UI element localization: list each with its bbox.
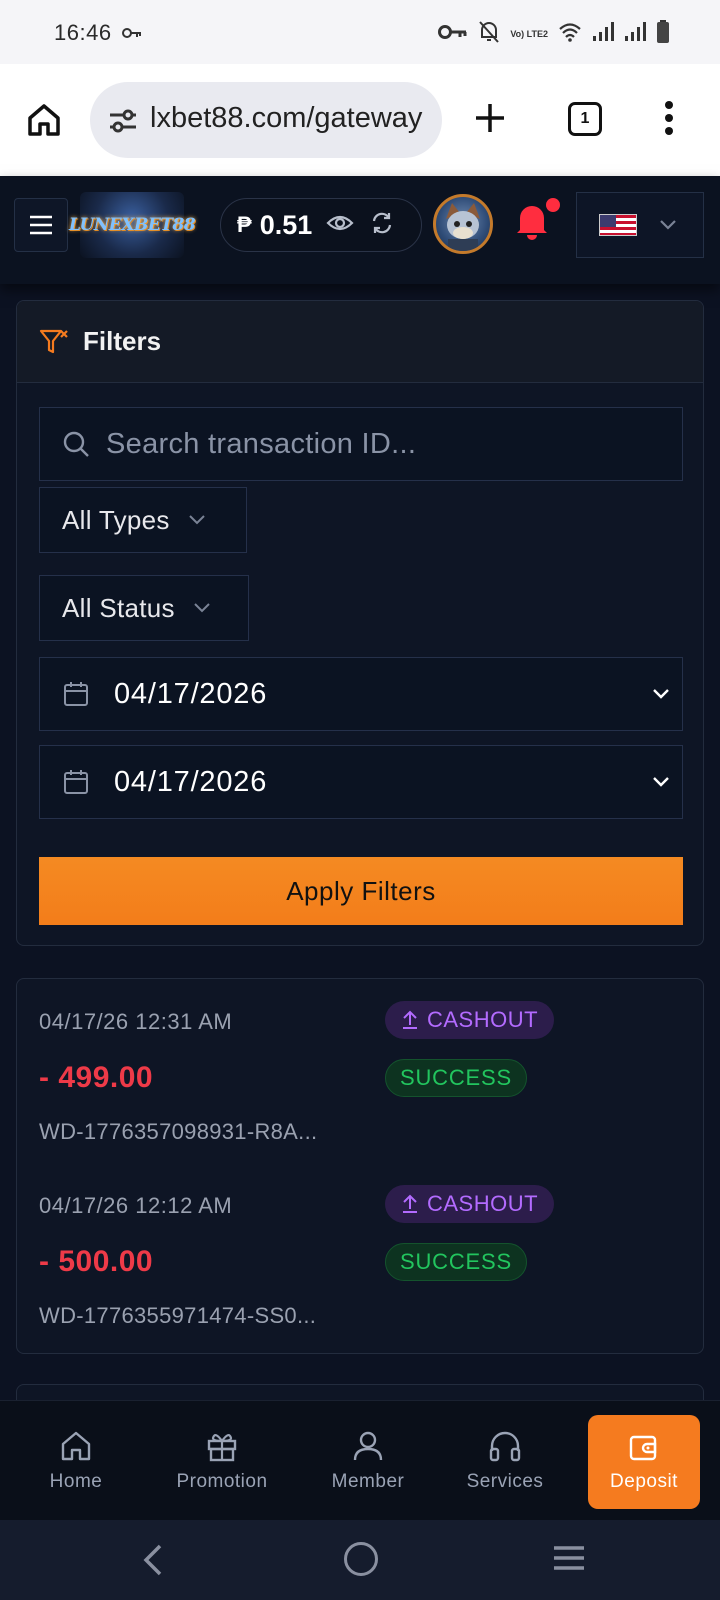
us-flag-icon [599, 214, 637, 236]
balance-value: 0.51 [259, 209, 313, 240]
search-placeholder: Search transaction ID... [106, 427, 417, 460]
nav-member[interactable]: Member [318, 1401, 418, 1521]
transaction-id: WD-1776355971474-SS0... [39, 1303, 317, 1328]
logo-text: LUNEXBET88 [68, 215, 196, 235]
status-time: 16:46 [54, 20, 112, 45]
language-selector[interactable] [576, 192, 704, 258]
notification-bell-icon[interactable] [514, 200, 550, 245]
browser-home-icon[interactable] [24, 100, 64, 140]
signal-icon [592, 22, 614, 47]
chevron-down-icon [653, 777, 669, 787]
type-select-value: All Types [62, 504, 170, 535]
status-bar: 16:46 Vo) LTE2 [0, 0, 720, 64]
nav-deposit-button[interactable]: Deposit [588, 1415, 700, 1509]
logo[interactable]: LUNEXBET88 [69, 192, 196, 258]
status-select[interactable]: All Status [39, 575, 249, 641]
date-to-picker[interactable]: 04/17/2026 [39, 745, 683, 819]
home-icon [61, 1431, 91, 1461]
headphones-icon [489, 1431, 521, 1462]
search-icon [63, 431, 89, 457]
more-options-icon[interactable] [664, 100, 674, 141]
nav-deposit-label: Deposit [610, 1471, 678, 1492]
status-icons: Vo) LTE2 [438, 20, 670, 49]
type-select[interactable]: All Types [39, 487, 247, 553]
address-bar[interactable]: lxbet88.com/gateway [90, 82, 442, 158]
transaction-amount: - 500.00 [39, 1245, 154, 1278]
balance-pill: ₱ 0.51 [220, 198, 422, 252]
filter-clear-icon [39, 329, 68, 353]
transaction-row[interactable]: 04/17/26 12:12 AM - 500.00 WD-1776355971… [39, 1185, 679, 1345]
user-icon [353, 1431, 383, 1461]
browser-toolbar: lxbet88.com/gateway 1 [0, 64, 720, 176]
key-icon [438, 24, 468, 45]
wallet-icon [629, 1435, 657, 1461]
calendar-icon [64, 682, 88, 706]
chevron-down-icon [189, 515, 205, 525]
apply-filters-button[interactable]: Apply Filters [39, 857, 683, 925]
filters-title: Filters [83, 326, 162, 356]
filters-card: Filters Search transaction ID... All Typ… [16, 300, 704, 946]
status-badge: SUCCESS [385, 1059, 527, 1097]
transaction-type-badge: CASHOUT [385, 1185, 555, 1223]
site-settings-icon[interactable] [108, 108, 138, 139]
signal-icon-2 [624, 22, 646, 47]
status-select-value: All Status [62, 592, 175, 623]
upload-arrow-icon [403, 1194, 417, 1213]
nav-promotion[interactable]: Promotion [164, 1401, 280, 1521]
eye-icon[interactable] [326, 213, 354, 238]
lte-indicator: Vo) LTE2 [510, 29, 548, 39]
url-text: lxbet88.com/gateway [150, 102, 423, 134]
transactions-list: 04/17/26 12:31 AM - 499.00 WD-1776357098… [16, 978, 704, 1354]
back-icon[interactable] [140, 1542, 164, 1583]
transaction-type-badge: CASHOUT [385, 1001, 555, 1039]
nav-home[interactable]: Home [36, 1401, 116, 1521]
avatar[interactable] [433, 194, 493, 254]
search-transaction-input[interactable]: Search transaction ID... [39, 407, 683, 481]
tab-switcher-button[interactable]: 1 [568, 102, 602, 136]
vpn-key-icon [122, 26, 142, 44]
system-home-icon[interactable] [344, 1542, 378, 1576]
upload-arrow-icon [403, 1010, 417, 1029]
wifi-icon [558, 22, 582, 47]
transaction-type-label: CASHOUT [427, 1191, 539, 1216]
date-from-value: 04/17/2026 [114, 677, 268, 710]
currency-symbol: ₱ [237, 212, 252, 237]
calendar-icon [64, 770, 88, 794]
menu-button[interactable] [14, 198, 68, 252]
bell-off-icon [478, 20, 500, 49]
transaction-type-label: CASHOUT [427, 1007, 539, 1032]
system-nav-bar [0, 1520, 720, 1600]
transaction-amount: - 499.00 [39, 1061, 154, 1094]
gift-icon [207, 1434, 237, 1462]
avatar-character-icon [446, 203, 480, 251]
nav-home-label: Home [49, 1471, 103, 1492]
chevron-down-icon [194, 603, 210, 613]
date-from-picker[interactable]: 04/17/2026 [39, 657, 683, 731]
hamburger-icon [30, 215, 52, 235]
battery-icon [656, 20, 670, 49]
chevron-down-icon [660, 220, 676, 230]
transaction-datetime: 04/17/26 12:12 AM [39, 1193, 233, 1218]
nav-services[interactable]: Services [452, 1401, 558, 1521]
status-badge: SUCCESS [385, 1243, 527, 1281]
recent-apps-icon[interactable] [552, 1544, 586, 1577]
notification-dot [546, 198, 560, 212]
transaction-datetime: 04/17/26 12:31 AM [39, 1009, 233, 1034]
new-tab-icon[interactable] [472, 100, 508, 141]
nav-services-label: Services [466, 1471, 544, 1492]
app-header: LUNEXBET88 ₱ 0.51 [0, 176, 720, 284]
date-to-value: 04/17/2026 [114, 765, 268, 798]
nav-promotion-label: Promotion [176, 1471, 268, 1492]
chevron-down-icon [653, 689, 669, 699]
transaction-id: WD-1776357098931-R8A... [39, 1119, 318, 1144]
transaction-row[interactable]: 04/17/26 12:31 AM - 499.00 WD-1776357098… [39, 1001, 679, 1161]
nav-member-label: Member [331, 1471, 405, 1492]
bottom-nav: Home Promotion Member Services Deposit [0, 1400, 720, 1520]
filters-header: Filters [17, 301, 703, 383]
refresh-icon[interactable] [370, 211, 394, 240]
